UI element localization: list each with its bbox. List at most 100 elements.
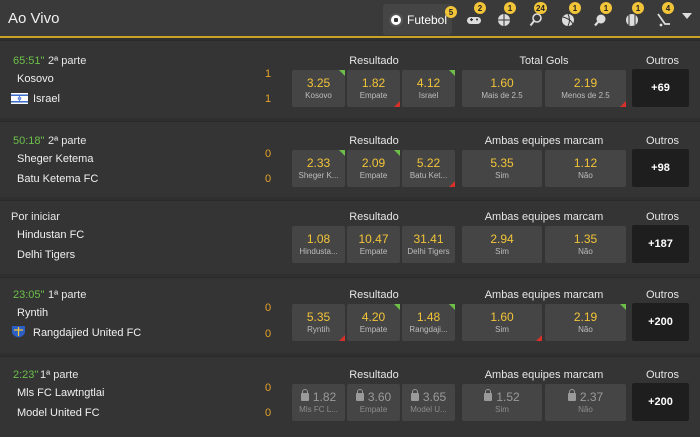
- trend-up-icon: [449, 304, 455, 310]
- odd-button[interactable]: 2.19 Menos de 2.5: [545, 70, 626, 107]
- odd-button[interactable]: 2.94 Sim: [462, 226, 542, 263]
- odd-value: 5.22: [416, 155, 441, 170]
- odd-button[interactable]: 5.35 Sim: [462, 150, 542, 187]
- more-markets-button[interactable]: +98: [632, 149, 689, 187]
- market-title-secondary: Ambas equipes marcam: [484, 135, 604, 147]
- gamepad-icon[interactable]: [466, 12, 482, 28]
- odd-button-locked: 3.60 Empate: [347, 384, 400, 421]
- match-period: 1ª parte: [48, 289, 87, 301]
- volleyball-icon[interactable]: [560, 12, 576, 28]
- lock-icon: [567, 388, 576, 401]
- odd-label: Sim: [495, 170, 509, 180]
- odd-value: 1.12: [573, 155, 598, 170]
- match-time: 65:51": [13, 55, 45, 67]
- market-title-result: Resultado: [349, 369, 399, 381]
- odd-label: Empate: [359, 324, 388, 334]
- odd-value: 2.94: [490, 231, 514, 246]
- more-markets-button[interactable]: +200: [632, 303, 689, 341]
- odd-button[interactable]: 4.12 Israel: [402, 70, 455, 107]
- odd-label: Mais de 2.5: [481, 90, 523, 100]
- soccer-ball-icon: [389, 12, 403, 27]
- odd-button[interactable]: 1.35 Não: [545, 226, 626, 263]
- odd-label: Sim: [495, 246, 509, 256]
- away-team: Rangdajied United FC: [33, 327, 142, 339]
- odd-value: 2.37: [579, 389, 604, 404]
- odd-button[interactable]: 1.12 Não: [545, 150, 626, 187]
- odd-label: Não: [578, 246, 593, 256]
- odd-label: Empate: [359, 90, 388, 100]
- away-team: Delhi Tigers: [17, 249, 76, 261]
- chevron-down-icon[interactable]: [682, 13, 692, 19]
- market-title-result: Resultado: [349, 55, 399, 67]
- odd-button[interactable]: 4.20 Empate: [347, 304, 400, 341]
- market-title-result: Resultado: [349, 135, 399, 147]
- odd-button[interactable]: 1.60 Mais de 2.5: [462, 70, 542, 107]
- tab-futebol-badge: 5: [445, 6, 457, 18]
- odd-value: 1.82: [361, 75, 386, 90]
- volleyball-badge: 1: [569, 2, 581, 14]
- home-score: 0: [265, 302, 272, 314]
- match-row: 65:51" 2ª parte Kosovo 1 Israel 1 Result…: [0, 40, 700, 118]
- odd-button[interactable]: 1.08 Hindusta...: [292, 226, 345, 263]
- odd-button[interactable]: 1.60 Sim: [462, 304, 542, 341]
- more-markets-button[interactable]: +187: [632, 225, 689, 263]
- odd-button[interactable]: 3.25 Kosovo: [292, 70, 345, 107]
- table-tennis-icon[interactable]: [592, 12, 608, 28]
- odd-label: Israel: [418, 90, 439, 100]
- away-score: 0: [265, 173, 272, 185]
- trend-down-icon: [394, 101, 400, 107]
- odd-button[interactable]: 2.19 Não: [545, 304, 626, 341]
- home-team: Hindustan FC: [17, 229, 85, 241]
- odd-value: 1.48: [416, 309, 441, 324]
- odd-button[interactable]: 2.33 Sheger K...: [292, 150, 345, 187]
- hockey-icon[interactable]: [656, 12, 672, 28]
- odd-button-locked: 1.52 Sim: [462, 384, 542, 421]
- odd-button[interactable]: 1.82 Empate: [347, 70, 400, 107]
- more-markets-button[interactable]: +200: [632, 383, 689, 421]
- page-title: Ao Vivo: [8, 9, 60, 27]
- gamepad-badge: 2: [474, 2, 486, 14]
- away-team: Batu Ketema FC: [17, 173, 99, 185]
- tennis-icon[interactable]: [528, 12, 544, 28]
- odd-button[interactable]: 31.41 Delhi Tigers: [402, 226, 455, 263]
- match-period: 2ª parte: [48, 55, 87, 67]
- odd-label: Hindusta...: [299, 246, 338, 256]
- table-tennis-badge: 1: [600, 2, 612, 14]
- odd-label: Sim: [495, 324, 509, 334]
- more-markets-button[interactable]: +69: [632, 69, 689, 107]
- odd-value: 2.19: [573, 309, 598, 324]
- basketball-icon[interactable]: [496, 12, 512, 28]
- odd-label: Não: [578, 404, 593, 414]
- odd-label: Sheger K...: [298, 170, 339, 180]
- tennis-badge: 24: [534, 2, 547, 14]
- odd-value: 1.82: [312, 389, 337, 404]
- outros-label: Outros: [646, 55, 680, 67]
- basketball-badge: 1: [504, 2, 516, 14]
- odd-value: 1.08: [306, 231, 331, 246]
- odd-label: Kosovo: [305, 90, 332, 100]
- trend-down-icon: [536, 335, 542, 341]
- match-time: 50:18": [13, 135, 45, 147]
- outros-label: Outros: [646, 135, 680, 147]
- odd-label: Delhi Tigers: [407, 246, 450, 256]
- odd-button[interactable]: 5.35 Ryntih: [292, 304, 345, 341]
- odd-button[interactable]: 5.22 Batu Ket...: [402, 150, 455, 187]
- trend-up-icon: [339, 70, 345, 76]
- lock-icon: [410, 388, 419, 401]
- market-title-secondary: Ambas equipes marcam: [484, 369, 604, 381]
- handball-icon[interactable]: [624, 12, 640, 28]
- match-row: 50:18" 2ª parte Sheger Ketema 0 Batu Ket…: [0, 121, 700, 197]
- odd-button[interactable]: 1.48 Rangdaji...: [402, 304, 455, 341]
- tab-futebol[interactable]: Futebol 5: [383, 4, 457, 35]
- odd-value: 2.33: [306, 155, 331, 170]
- live-betting-panel: Ao Vivo Futebol 5 2 1 24 1 1 1 4 65:51" …: [0, 0, 700, 437]
- trend-down-icon: [449, 181, 455, 187]
- odd-button[interactable]: 10.47 Empate: [347, 226, 400, 263]
- trend-up-icon: [394, 304, 400, 310]
- match-row: Por iniciar Hindustan FC Delhi Tigers Re…: [0, 200, 700, 274]
- odd-label: Ryntih: [307, 324, 330, 334]
- odd-button[interactable]: 2.09 Empate: [347, 150, 400, 187]
- away-score: 0: [265, 407, 272, 419]
- odd-value: 2.09: [361, 155, 386, 170]
- hockey-badge: 4: [662, 2, 674, 14]
